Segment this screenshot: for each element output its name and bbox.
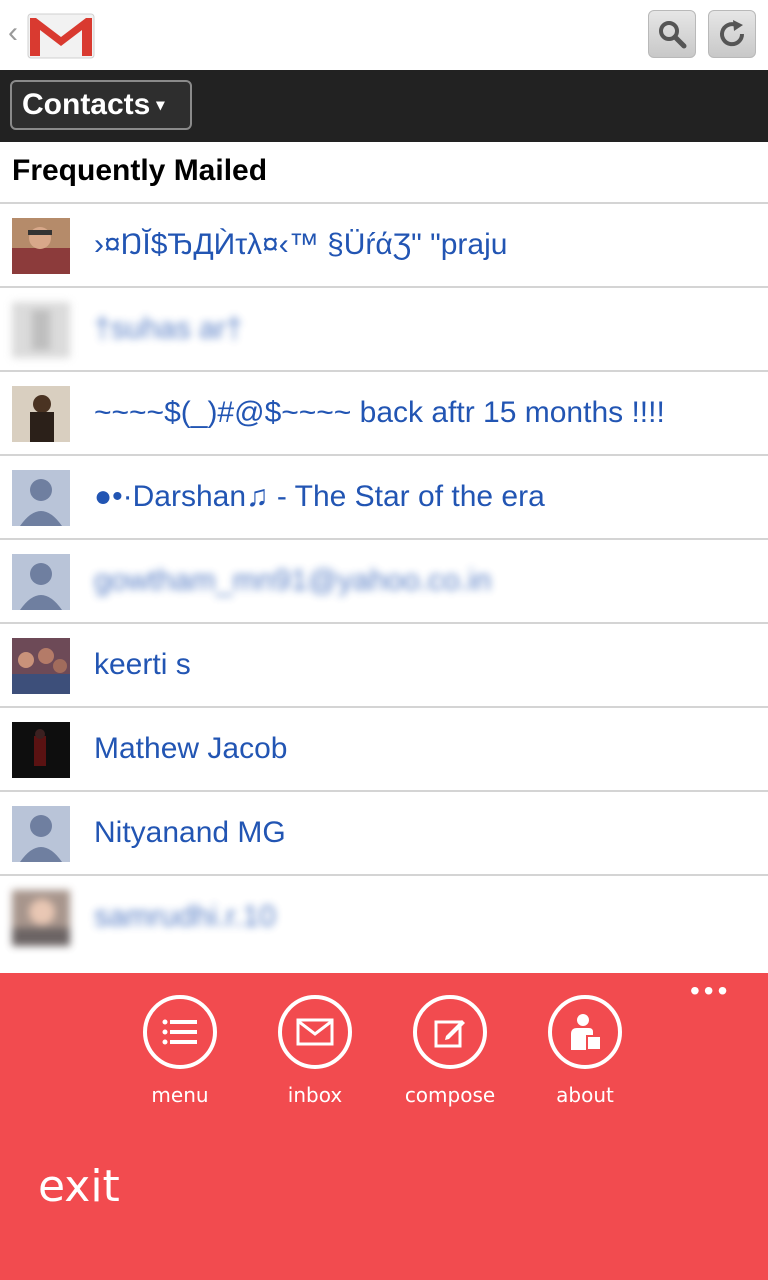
contact-photo: [12, 386, 70, 442]
contact-row[interactable]: keerti s: [0, 622, 768, 706]
default-avatar-icon: [12, 554, 70, 610]
contact-name[interactable]: samrudhi.r.10: [94, 876, 276, 958]
about-label: about: [556, 1083, 614, 1107]
mail-icon: [296, 1018, 334, 1046]
contact-row[interactable]: ●•·Darshan♫ - The Star of the era: [0, 454, 768, 538]
search-icon: [659, 21, 687, 49]
compose-label: compose: [404, 1083, 496, 1107]
contacts-list: ›¤ŊĬ$ЂДЍτλ¤‹™ §ÜŕάƷ" "praju †suhas ar† ~…: [0, 202, 768, 958]
compose-icon: [434, 1020, 465, 1048]
contacts-dropdown[interactable]: Contacts ▾: [10, 80, 192, 130]
menu-button[interactable]: menu: [125, 995, 235, 1107]
exit-menu-item[interactable]: exit: [38, 1161, 120, 1212]
gmail-logo[interactable]: [26, 10, 96, 60]
contact-photo: [12, 638, 70, 694]
section-toolbar: Contacts ▾: [0, 70, 768, 142]
contact-row[interactable]: samrudhi.r.10: [0, 874, 768, 958]
default-avatar-icon: [12, 806, 70, 862]
contact-row[interactable]: Mathew Jacob: [0, 706, 768, 790]
about-button[interactable]: about: [530, 995, 640, 1107]
refresh-icon: [720, 20, 745, 47]
inbox-button[interactable]: inbox: [260, 995, 370, 1107]
contact-name[interactable]: ~~~~$(_)#@$~~~~ back aftr 15 months !!!!: [94, 372, 665, 454]
contact-name[interactable]: ●•·Darshan♫ - The Star of the era: [94, 456, 545, 538]
contact-photo: [12, 302, 70, 358]
chevron-down-icon: ▾: [156, 97, 165, 114]
menu-icon: [162, 1019, 197, 1045]
contact-name[interactable]: ›¤ŊĬ$ЂДЍτλ¤‹™ §ÜŕάƷ" "praju: [94, 204, 507, 286]
contact-photo: [12, 890, 70, 946]
contact-row[interactable]: ~~~~$(_)#@$~~~~ back aftr 15 months !!!!: [0, 370, 768, 454]
contact-row[interactable]: Nityanand MG: [0, 790, 768, 874]
back-chevron-icon[interactable]: ‹: [8, 18, 18, 48]
contact-name[interactable]: gowtham_mn91@yahoo.co.in: [94, 540, 491, 622]
default-avatar-icon: [12, 470, 70, 526]
contact-photo: [12, 218, 70, 274]
contact-row[interactable]: gowtham_mn91@yahoo.co.in: [0, 538, 768, 622]
section-title: Frequently Mailed: [12, 154, 268, 187]
application-bar: ••• menu inbox compose about exit: [0, 973, 768, 1280]
contact-row[interactable]: †suhas ar†: [0, 286, 768, 370]
contacts-label: Contacts: [22, 88, 151, 121]
menu-label: menu: [151, 1083, 209, 1107]
contact-name[interactable]: keerti s: [94, 624, 191, 706]
more-options-icon[interactable]: •••: [690, 977, 731, 1005]
about-icon: [571, 1014, 602, 1051]
contact-name[interactable]: †suhas ar†: [94, 288, 242, 370]
contact-row[interactable]: ›¤ŊĬ$ЂДЍτλ¤‹™ §ÜŕάƷ" "praju: [0, 202, 768, 286]
search-button[interactable]: [648, 10, 696, 58]
compose-button[interactable]: compose: [395, 995, 505, 1107]
contact-name[interactable]: Mathew Jacob: [94, 708, 287, 790]
contact-name[interactable]: Nityanand MG: [94, 792, 286, 874]
refresh-button[interactable]: [708, 10, 756, 58]
inbox-label: inbox: [287, 1083, 343, 1107]
top-header: ‹: [0, 0, 768, 70]
contact-photo: [12, 722, 70, 778]
